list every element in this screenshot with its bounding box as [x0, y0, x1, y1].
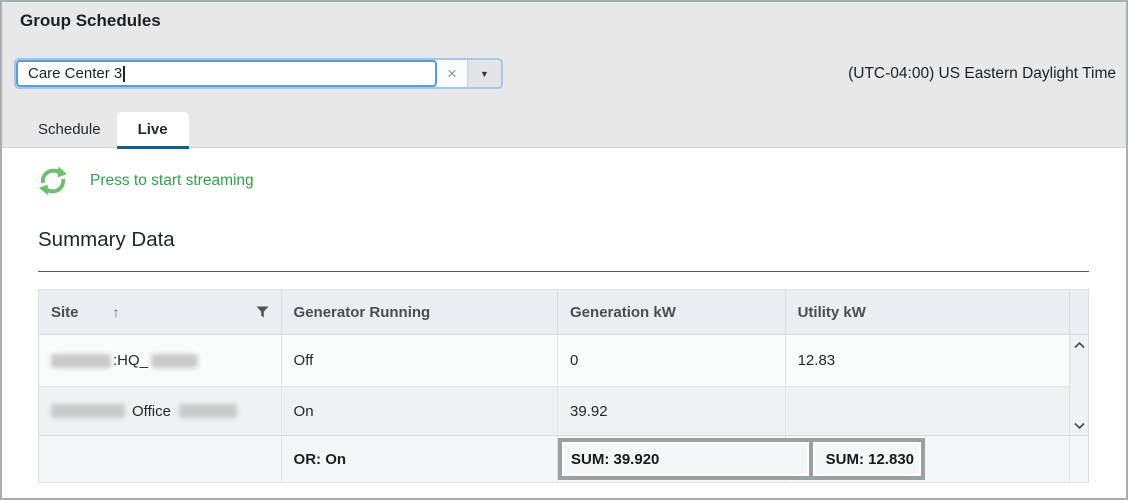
- chevron-down-icon: ▼: [480, 69, 489, 79]
- cell-generator-running: On: [281, 387, 557, 435]
- grid-header-row: Site ↑ Generator Running Generation kW U…: [39, 290, 1088, 335]
- cell-utility-kw: [785, 387, 1069, 435]
- scrollbar-header-spacer: [1069, 290, 1088, 334]
- group-combobox-value: Care Center 3: [28, 65, 122, 82]
- timezone-label: (UTC-04:00) US Eastern Daylight Time: [848, 65, 1116, 83]
- redacted-text: [179, 404, 237, 418]
- cell-generation-kw: 39.92: [557, 387, 785, 435]
- header-band: Group Schedules Care Center 3 × ▼ (UTC-0…: [2, 2, 1126, 148]
- page-title: Group Schedules: [20, 11, 1126, 31]
- dropdown-button[interactable]: ▼: [467, 60, 501, 87]
- site-header-label: Site: [51, 304, 79, 321]
- sum-highlight-annotation: SUM: 39.920 SUM: 12.830: [558, 438, 925, 480]
- cell-utility-kw: 12.83: [785, 335, 1069, 386]
- cell-site: :HQ_: [39, 335, 281, 386]
- tab-strip: Schedule Live: [22, 112, 1126, 147]
- scroll-down-icon[interactable]: [1073, 422, 1086, 430]
- clear-icon: ×: [447, 64, 457, 84]
- summary-data-title: Summary Data: [38, 226, 1089, 254]
- footer-site-cell: [39, 436, 281, 482]
- group-combobox-input[interactable]: Care Center 3: [16, 60, 437, 87]
- grid-body: :HQ_ Off 0 12.83 Office On 39.92: [39, 335, 1088, 435]
- tab-live[interactable]: Live: [117, 112, 189, 149]
- redacted-text: [151, 354, 198, 368]
- grid-footer-row: OR: On SUM: 39.920 SUM: 12.830: [39, 435, 1088, 482]
- start-streaming-button[interactable]: Press to start streaming: [38, 166, 1089, 196]
- refresh-icon[interactable]: [38, 166, 68, 196]
- cell-generator-running: Off: [281, 335, 557, 386]
- summary-divider: [38, 271, 1089, 272]
- text-cursor: [123, 66, 125, 82]
- selector-row: Care Center 3 × ▼ (UTC-04:00) US Eastern…: [14, 58, 1116, 89]
- cell-generation-kw: 0: [557, 335, 785, 386]
- scrollbar-footer-spacer: [1069, 436, 1088, 482]
- group-combobox[interactable]: Care Center 3 × ▼: [14, 58, 503, 89]
- table-row[interactable]: Office On 39.92: [39, 387, 1088, 435]
- group-schedules-window: Group Schedules Care Center 3 × ▼ (UTC-0…: [0, 0, 1128, 500]
- footer-or-aggregate: OR: On: [281, 436, 557, 482]
- utility-header-label: Utility kW: [798, 304, 866, 321]
- filter-icon[interactable]: [256, 306, 269, 318]
- table-row[interactable]: :HQ_ Off 0 12.83: [39, 335, 1088, 387]
- column-header-utility-kw[interactable]: Utility kW: [785, 290, 1069, 334]
- start-streaming-label[interactable]: Press to start streaming: [90, 172, 254, 190]
- redacted-text: [51, 354, 111, 368]
- sort-ascending-icon: ↑: [113, 304, 120, 320]
- scroll-up-icon[interactable]: [1073, 341, 1086, 349]
- column-header-generation-kw[interactable]: Generation kW: [557, 290, 785, 334]
- tab-schedule[interactable]: Schedule: [22, 112, 117, 147]
- generator-header-label: Generator Running: [294, 304, 431, 321]
- column-header-generator-running[interactable]: Generator Running: [281, 290, 557, 334]
- generation-header-label: Generation kW: [570, 304, 676, 321]
- redacted-text: [51, 404, 125, 418]
- site-text: Office: [132, 403, 171, 420]
- live-tab-content: Press to start streaming Summary Data Si…: [2, 166, 1126, 483]
- utility-sum: SUM: 12.830: [809, 438, 925, 480]
- cell-site: Office: [39, 387, 281, 435]
- column-header-site[interactable]: Site ↑: [39, 290, 281, 334]
- vertical-scrollbar[interactable]: [1069, 335, 1088, 435]
- site-text: :HQ_: [113, 352, 148, 369]
- clear-button[interactable]: ×: [437, 60, 467, 87]
- generation-sum: SUM: 39.920: [558, 438, 813, 480]
- summary-grid: Site ↑ Generator Running Generation kW U…: [38, 289, 1089, 483]
